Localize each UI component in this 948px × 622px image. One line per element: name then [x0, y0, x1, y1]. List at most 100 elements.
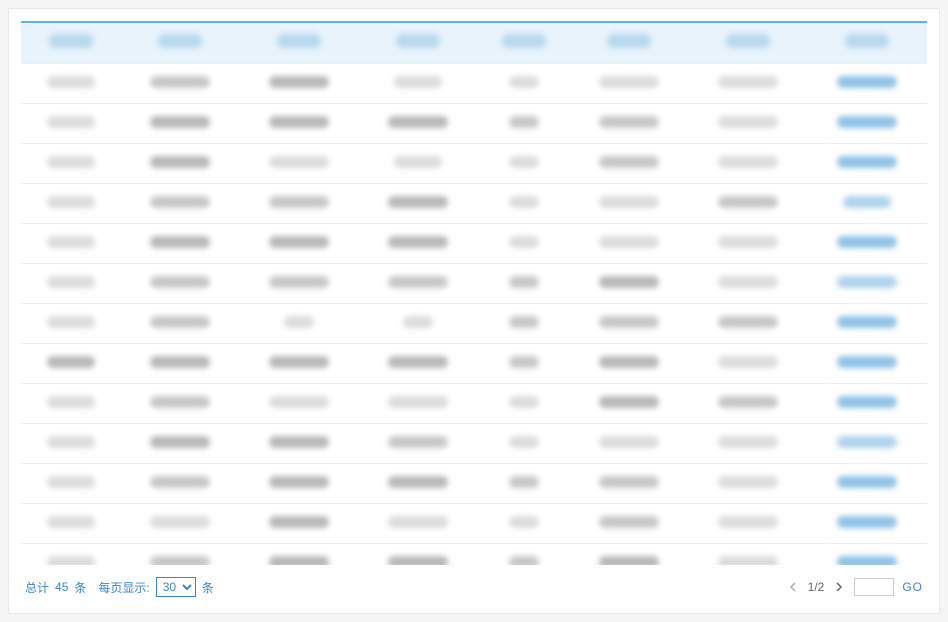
table-row[interactable]	[21, 463, 927, 503]
table-cell	[808, 383, 927, 423]
table-cell	[21, 63, 120, 103]
column-header[interactable]	[477, 23, 570, 63]
cell-placeholder	[599, 556, 659, 566]
table-cell	[239, 423, 358, 463]
cell-placeholder	[269, 276, 329, 288]
column-header[interactable]	[239, 23, 358, 63]
table-cell	[21, 423, 120, 463]
cell-placeholder	[718, 156, 778, 168]
cell-placeholder	[284, 316, 314, 328]
cell-placeholder	[150, 156, 210, 168]
cell-placeholder	[388, 116, 448, 128]
table-row[interactable]	[21, 303, 927, 343]
page-number-input[interactable]	[854, 578, 894, 596]
cell-placeholder	[47, 236, 95, 248]
table-panel: 总计 45 条 每页显示: 30 条 1/2 GO	[8, 8, 940, 614]
table-row[interactable]	[21, 423, 927, 463]
table-row[interactable]	[21, 263, 927, 303]
table-cell	[570, 503, 689, 543]
table-cell	[689, 543, 808, 565]
table-cell	[477, 303, 570, 343]
column-header[interactable]	[120, 23, 239, 63]
cell-placeholder	[150, 116, 210, 128]
cell-placeholder	[599, 196, 659, 208]
cell-placeholder	[837, 436, 897, 448]
go-button[interactable]: GO	[902, 580, 923, 594]
table-cell	[689, 143, 808, 183]
table-cell	[21, 263, 120, 303]
cell-placeholder	[509, 316, 539, 328]
table-scroll-area[interactable]	[21, 23, 927, 565]
cell-placeholder	[599, 236, 659, 248]
cell-placeholder	[509, 556, 539, 566]
cell-placeholder	[269, 436, 329, 448]
cell-placeholder	[509, 156, 539, 168]
table-cell	[358, 423, 477, 463]
table-cell	[120, 383, 239, 423]
table-row[interactable]	[21, 223, 927, 263]
cell-placeholder	[599, 276, 659, 288]
page-size-select[interactable]: 30	[156, 577, 196, 597]
cell-placeholder	[718, 236, 778, 248]
table-cell	[808, 103, 927, 143]
cell-placeholder	[599, 436, 659, 448]
cell-placeholder	[718, 276, 778, 288]
table-cell	[358, 303, 477, 343]
next-page-icon[interactable]	[832, 580, 846, 594]
table-row[interactable]	[21, 343, 927, 383]
table-row[interactable]	[21, 103, 927, 143]
header-placeholder	[845, 34, 889, 48]
cell-placeholder	[403, 316, 433, 328]
table-cell	[239, 463, 358, 503]
table-cell	[120, 503, 239, 543]
table-cell	[570, 383, 689, 423]
table-cell	[239, 543, 358, 565]
cell-placeholder	[388, 396, 448, 408]
table-cell	[570, 263, 689, 303]
table-cell	[689, 503, 808, 543]
table-row[interactable]	[21, 383, 927, 423]
column-header[interactable]	[21, 23, 120, 63]
table-cell	[21, 143, 120, 183]
table-row[interactable]	[21, 503, 927, 543]
cell-placeholder	[509, 236, 539, 248]
cell-placeholder	[47, 556, 95, 566]
column-header[interactable]	[808, 23, 927, 63]
cell-placeholder	[388, 476, 448, 488]
cell-placeholder	[150, 236, 210, 248]
cell-placeholder	[837, 316, 897, 328]
table-cell	[689, 423, 808, 463]
table-row[interactable]	[21, 143, 927, 183]
table-cell	[358, 183, 477, 223]
cell-placeholder	[599, 156, 659, 168]
cell-placeholder	[150, 436, 210, 448]
column-header[interactable]	[358, 23, 477, 63]
table-cell	[570, 63, 689, 103]
per-page-unit: 条	[202, 579, 214, 596]
column-header[interactable]	[689, 23, 808, 63]
table-cell	[689, 263, 808, 303]
table-row[interactable]	[21, 183, 927, 223]
cell-placeholder	[509, 436, 539, 448]
total-suffix: 条	[74, 579, 86, 596]
table-cell	[570, 183, 689, 223]
table-cell	[21, 183, 120, 223]
column-header[interactable]	[570, 23, 689, 63]
cell-placeholder	[599, 476, 659, 488]
table-row[interactable]	[21, 63, 927, 103]
prev-page-icon[interactable]	[786, 580, 800, 594]
table-cell	[358, 463, 477, 503]
cell-placeholder	[47, 116, 95, 128]
table-cell	[120, 63, 239, 103]
table-cell	[808, 263, 927, 303]
table-cell	[239, 303, 358, 343]
cell-placeholder	[150, 76, 210, 88]
cell-placeholder	[509, 116, 539, 128]
table-row[interactable]	[21, 543, 927, 565]
table-header	[21, 23, 927, 63]
cell-placeholder	[837, 76, 897, 88]
table-cell	[808, 423, 927, 463]
table-cell	[239, 183, 358, 223]
cell-placeholder	[837, 356, 897, 368]
total-label: 总计	[25, 579, 49, 596]
